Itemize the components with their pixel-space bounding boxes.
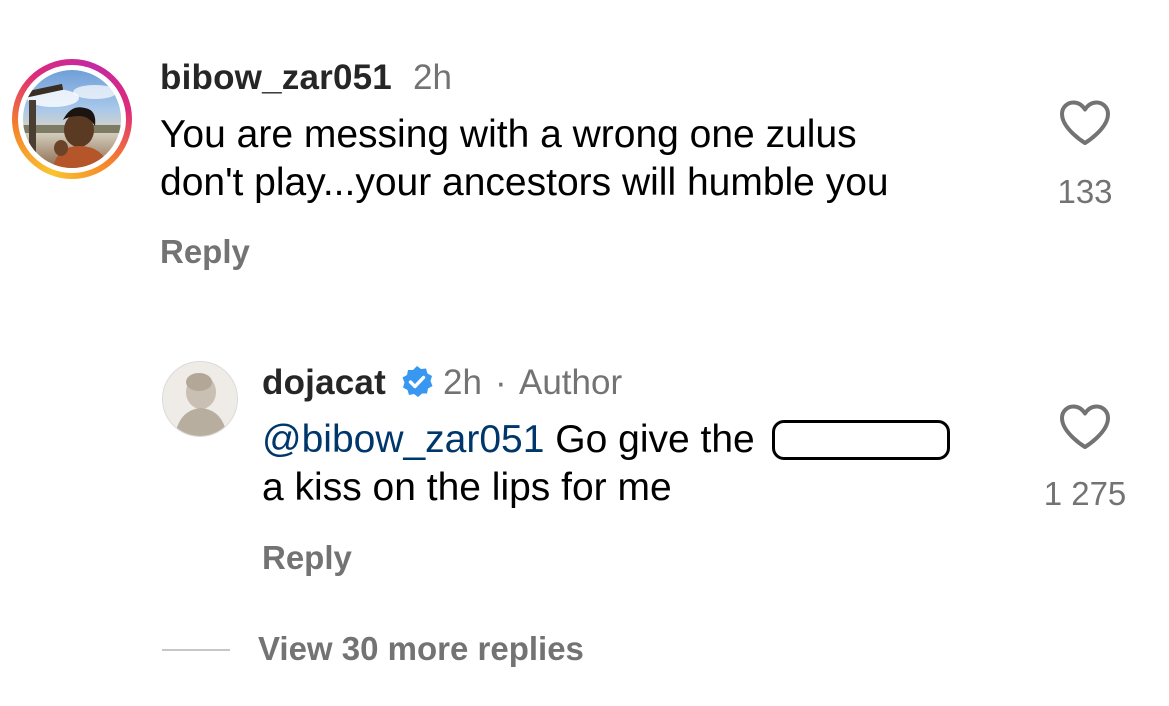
reply-username[interactable]: dojacat — [262, 363, 386, 403]
view-more-replies-button[interactable]: View 30 more replies — [258, 630, 584, 668]
reply-text-line1: @bibow_zar051 Go give the — [262, 416, 950, 464]
verified-badge-icon — [402, 366, 433, 397]
comment-username[interactable]: bibow_zar051 — [160, 58, 392, 98]
reply-text-line2: a kiss on the lips for me — [262, 466, 672, 509]
reply-avatar[interactable] — [162, 361, 238, 437]
story-ring-avatar[interactable] — [12, 59, 132, 179]
comment-text-line1: You are messing with a wrong one zulus — [160, 113, 857, 156]
reply-like-count: 1 275 — [1043, 475, 1127, 512]
divider — [162, 649, 230, 651]
author-label: Author — [519, 363, 623, 402]
heart-outline-icon[interactable] — [1058, 99, 1112, 147]
heart-outline-icon[interactable] — [1058, 403, 1112, 451]
reply-text-fragment: Go give the — [555, 418, 755, 461]
comment-reply-button[interactable]: Reply — [160, 233, 250, 271]
mention-link[interactable]: @bibow_zar051 — [262, 418, 544, 461]
reply-reply-button[interactable]: Reply — [262, 539, 352, 577]
redaction-box — [771, 419, 950, 460]
comment-thread: bibow_zar051 2h You are messing with a w… — [0, 0, 1169, 706]
reply-timestamp: 2h — [443, 363, 482, 402]
comment-text-line2: don't play...your ancestors will humble … — [160, 161, 889, 204]
comment-like-count: 133 — [1057, 173, 1113, 210]
meta-separator: · — [495, 363, 507, 402]
avatar — [23, 70, 121, 168]
comment-timestamp: 2h — [413, 58, 452, 97]
